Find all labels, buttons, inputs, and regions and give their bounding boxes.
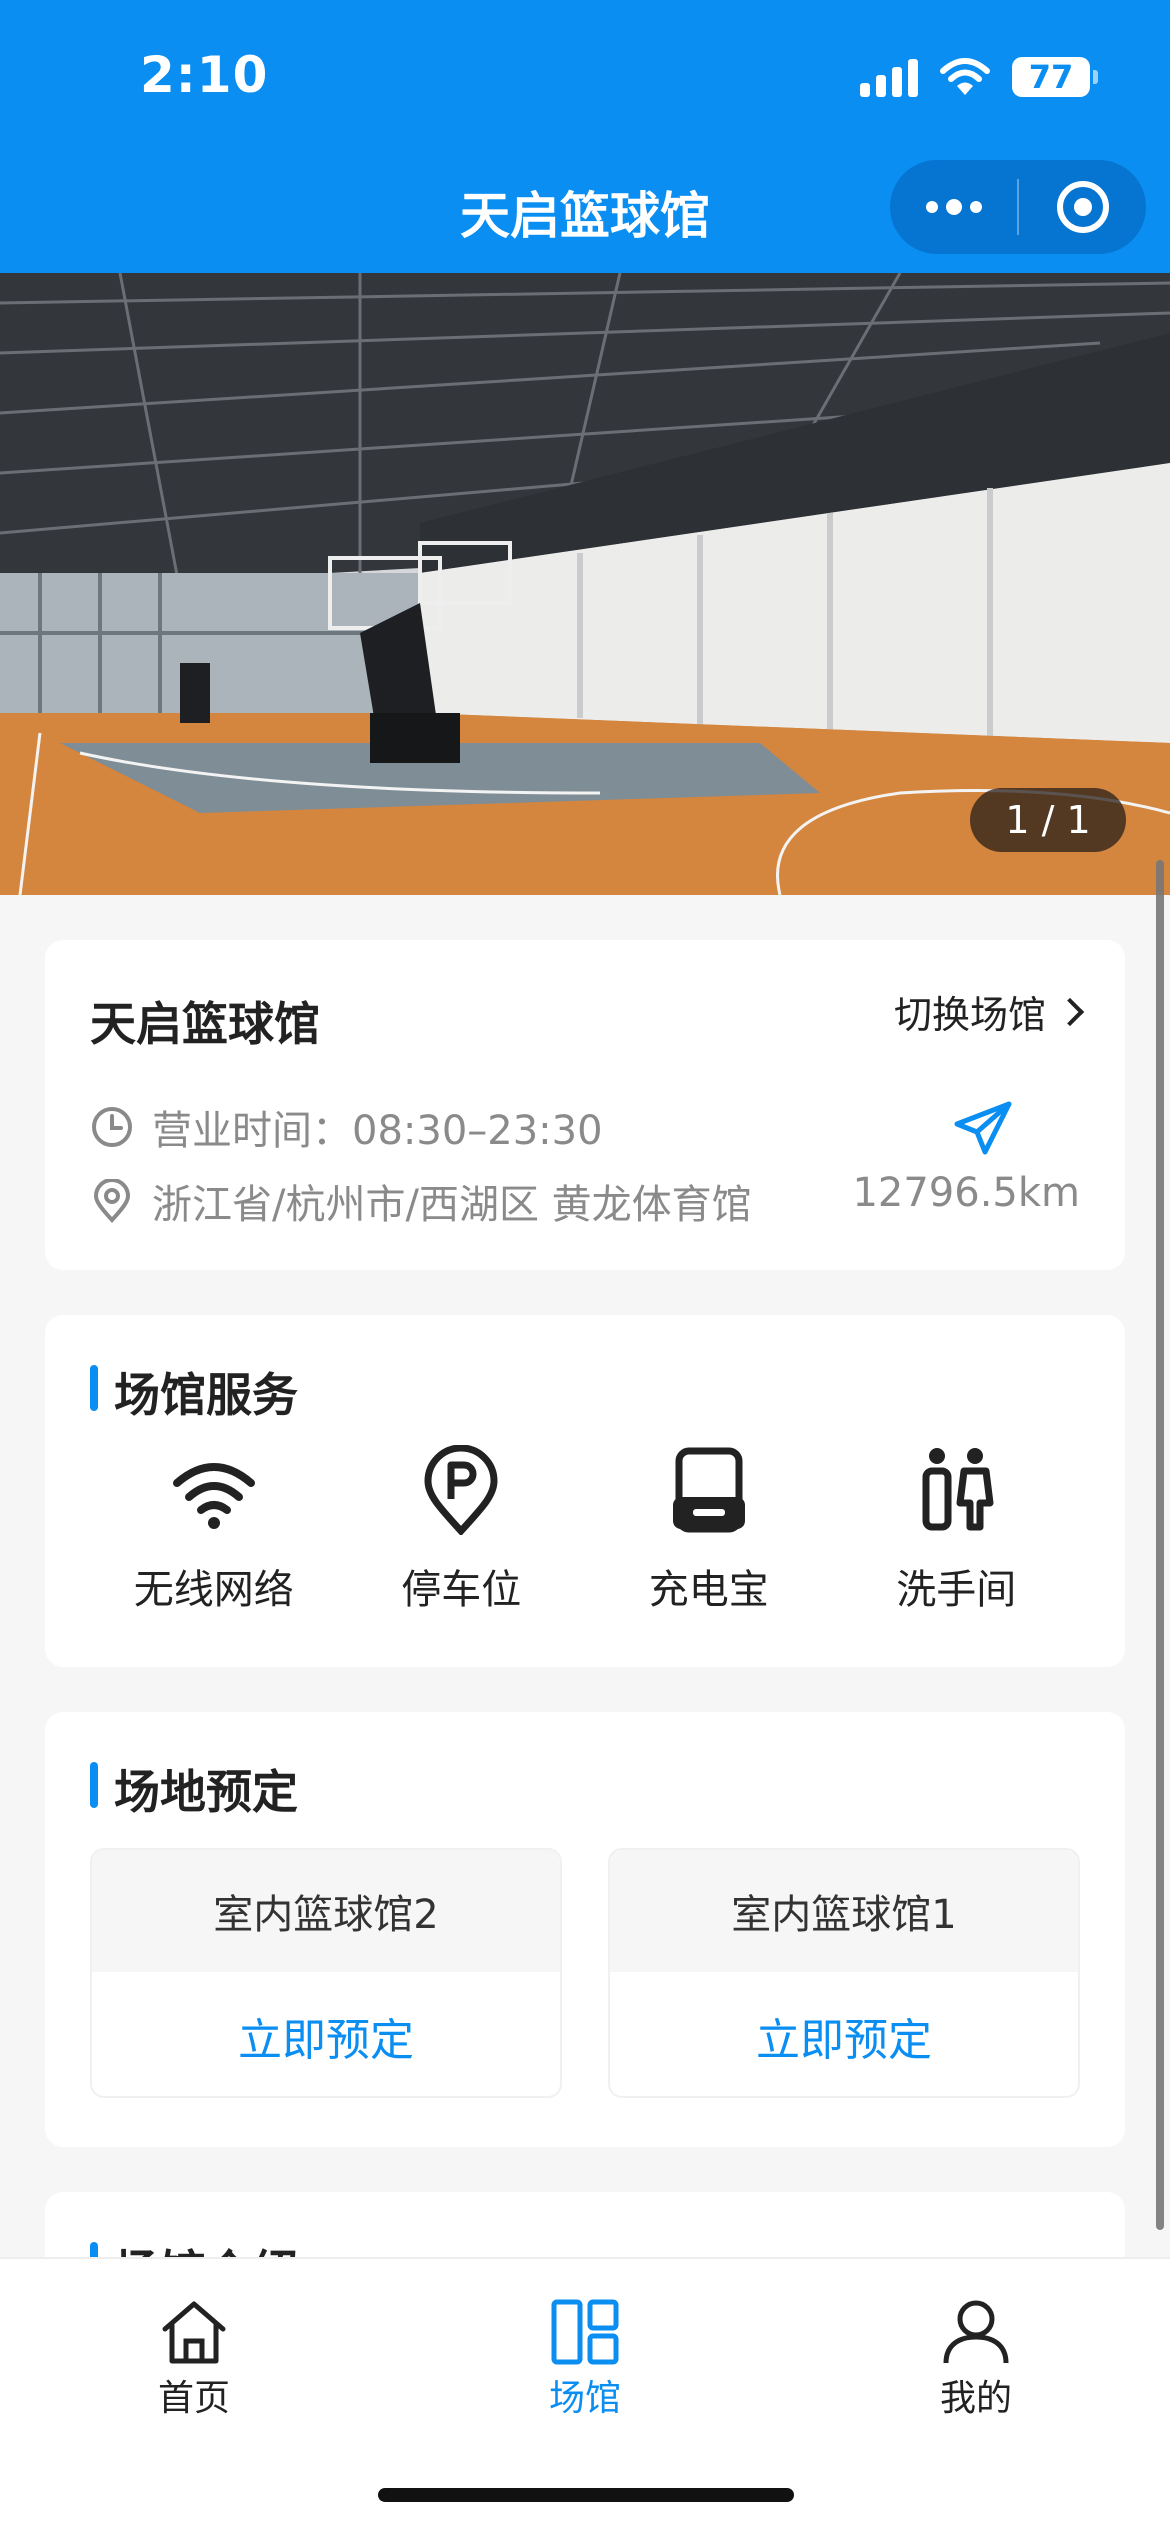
target-close-icon <box>1056 181 1109 233</box>
court-name: 室内篮球馆1 <box>610 1850 1078 1972</box>
tab-label: 场馆 <box>548 2378 621 2419</box>
venue-grid-icon <box>551 2299 619 2365</box>
services-list: 无线网络 停车位 充电宝 洗手间 <box>90 1445 1080 1615</box>
scrollbar[interactable] <box>1156 860 1164 2230</box>
service-restroom: 洗手间 <box>836 1445 1076 1615</box>
power-bank-icon <box>672 1447 745 1533</box>
court-card: 室内篮球馆1 立即预定 <box>608 1848 1080 2098</box>
profile-icon <box>943 2300 1009 2364</box>
court-list: 室内篮球馆2 立即预定 室内篮球馆1 立即预定 <box>90 1848 1080 2098</box>
battery-icon: 77 <box>1012 57 1098 97</box>
location-pin-icon <box>93 1179 131 1223</box>
mini-program-capsule <box>890 160 1146 254</box>
paper-plane-icon <box>954 1101 1012 1155</box>
venue-services-card: 场馆服务 无线网络 停车位 充电宝 洗手间 <box>45 1315 1125 1667</box>
service-power-bank: 充电宝 <box>589 1445 829 1615</box>
wifi-icon <box>172 1463 255 1529</box>
more-dots-icon <box>925 199 982 215</box>
venue-address: 浙江省/杭州市/西湖区 黄龙体育馆 <box>90 1172 752 1230</box>
home-icon <box>162 2301 226 2364</box>
venue-name: 天启篮球馆 <box>90 997 320 1051</box>
tab-home[interactable]: 首页 <box>114 2299 274 2421</box>
venue-photo-carousel[interactable]: 1 / 1 <box>0 273 1170 895</box>
book-now-button[interactable]: 立即预定 <box>610 1972 1078 2096</box>
status-time: 2:10 <box>140 46 269 104</box>
venue-address-text: 浙江省/杭州市/西湖区 黄龙体育馆 <box>152 1182 752 1228</box>
navigate-button[interactable] <box>953 1100 1013 1160</box>
book-now-button[interactable]: 立即预定 <box>92 1972 560 2096</box>
clock-icon <box>92 1107 132 1147</box>
tab-label: 首页 <box>157 2378 230 2419</box>
status-icons: 77 <box>860 54 1098 100</box>
switch-venue-button[interactable]: 切换场馆 <box>893 984 1085 1039</box>
carousel-pager: 1 / 1 <box>970 788 1126 852</box>
court-name: 室内篮球馆2 <box>92 1850 560 1972</box>
wifi-status-icon <box>940 58 990 95</box>
home-indicator <box>378 2488 794 2502</box>
service-label: 无线网络 <box>133 1567 294 1613</box>
tab-venue[interactable]: 场馆 <box>505 2299 665 2421</box>
top-bar: 2:10 77 天启篮球馆 <box>0 0 1170 273</box>
services-title: 场馆服务 <box>90 1359 298 1425</box>
service-label: 充电宝 <box>648 1567 769 1613</box>
court-booking-card: 场地预定 室内篮球馆2 立即预定 室内篮球馆1 立即预定 <box>45 1712 1125 2147</box>
more-button[interactable] <box>890 160 1017 254</box>
close-mini-program-button[interactable] <box>1019 160 1146 254</box>
business-hours: 营业时间：08:30–23:30 <box>90 1098 603 1156</box>
cellular-signal-icon <box>860 57 918 97</box>
business-hours-text: 营业时间：08:30–23:30 <box>152 1108 603 1154</box>
service-wifi: 无线网络 <box>94 1445 334 1615</box>
battery-level: 77 <box>1028 58 1074 96</box>
service-parking: 停车位 <box>341 1445 581 1615</box>
venue-info-card: 天启篮球馆 切换场馆 营业时间：08:30–23:30 浙江省/杭州市/西湖区 … <box>45 940 1125 1270</box>
service-label: 洗手间 <box>896 1567 1017 1613</box>
tab-mine[interactable]: 我的 <box>896 2299 1056 2421</box>
court-card: 室内篮球馆2 立即预定 <box>90 1848 562 2098</box>
distance: 12796.5km <box>852 1170 1080 1216</box>
restroom-icon <box>922 1448 994 1531</box>
parking-icon <box>424 1445 498 1535</box>
tab-label: 我的 <box>939 2378 1012 2419</box>
service-label: 停车位 <box>401 1567 522 1613</box>
chevron-right-icon <box>1055 997 1085 1026</box>
booking-title: 场地预定 <box>90 1756 298 1822</box>
switch-venue-label: 切换场馆 <box>893 993 1046 1037</box>
